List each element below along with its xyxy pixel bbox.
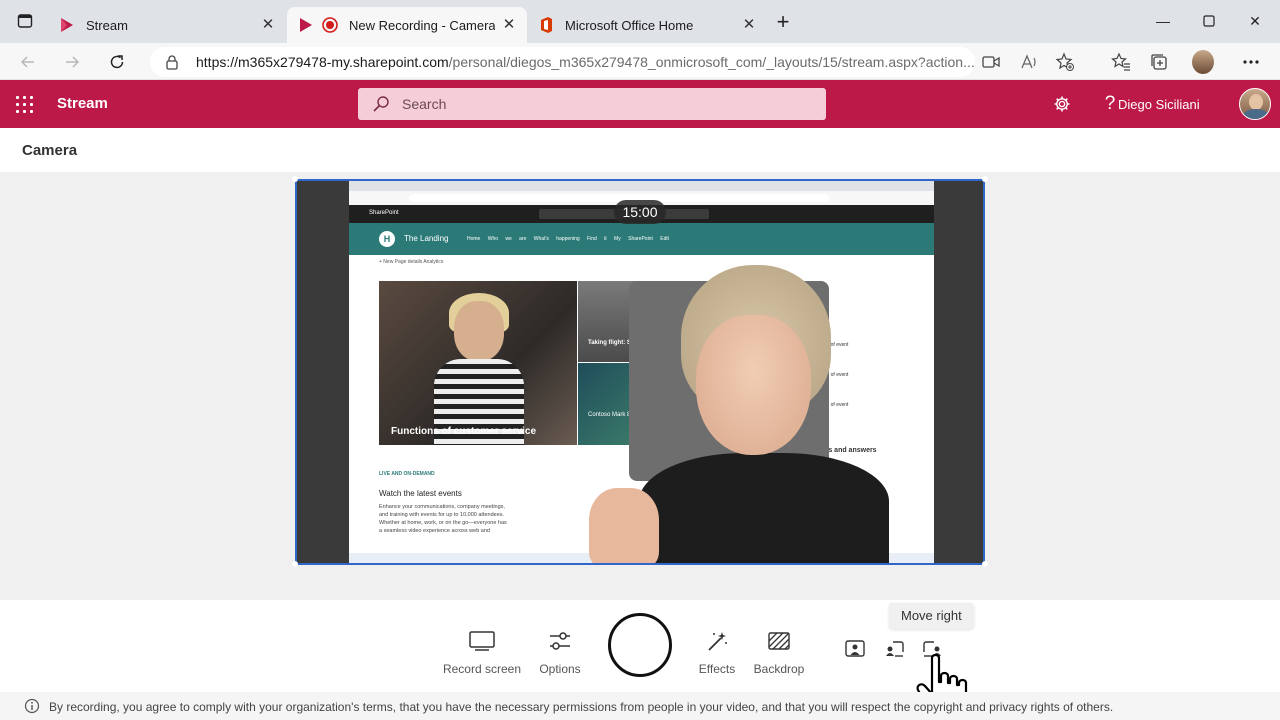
tab-office-home[interactable]: Microsoft Office Home ✕ <box>527 7 767 43</box>
page-title: Camera <box>22 142 78 159</box>
search-input[interactable] <box>402 96 802 112</box>
office-icon <box>541 17 552 33</box>
url-text: https://m365x279478-my.sharepoint.com/pe… <box>196 54 975 70</box>
watch-heading: Watch the latest events <box>379 489 462 498</box>
sidebar-icon <box>17 14 33 28</box>
shared-screen: SharePoint H The Landing Home Who we are… <box>349 181 934 563</box>
shared-site-header: H The Landing Home Who we are What's hap… <box>349 223 934 255</box>
recording-timer: 15:00 <box>614 200 666 224</box>
live-label: LIVE AND ON-DEMAND <box>379 471 435 477</box>
favorite-add-icon[interactable] <box>1054 51 1076 73</box>
legal-text: By recording, you agree to comply with y… <box>49 700 1114 714</box>
avatar[interactable] <box>1239 88 1271 120</box>
watch-text: Enhance your communications, company mee… <box>379 504 507 534</box>
monitor-icon <box>468 628 496 654</box>
waffle-icon[interactable] <box>16 96 33 113</box>
tab-stream[interactable]: Stream ✕ <box>48 7 286 43</box>
url-bar[interactable]: https://m365x279478-my.sharepoint.com/pe… <box>150 47 975 77</box>
tab-actions-button[interactable] <box>12 8 38 34</box>
back-icon[interactable] <box>16 50 40 74</box>
gear-icon[interactable] <box>1050 92 1074 116</box>
news-tile-main: Functions of customer service <box>379 281 577 445</box>
page-title-bar: Camera <box>0 128 1280 172</box>
shared-tab-strip <box>349 181 934 191</box>
tab-label: Stream <box>86 17 128 33</box>
backdrop-label: Backdrop <box>753 662 805 676</box>
shared-site-label: SharePoint <box>369 210 399 216</box>
resize-handle[interactable] <box>982 176 988 182</box>
camera-preview[interactable]: SharePoint H The Landing Home Who we are… <box>295 179 985 565</box>
tab-label: New Recording - Camera <box>349 17 496 33</box>
person-center-icon <box>845 640 865 657</box>
refresh-icon[interactable] <box>105 50 129 74</box>
tab-label: Microsoft Office Home <box>565 17 694 33</box>
record-screen-button[interactable]: Record screen <box>442 628 522 676</box>
resize-handle[interactable] <box>982 561 988 567</box>
address-bar-row: https://m365x279478-my.sharepoint.com/pe… <box>0 43 1280 80</box>
info-icon <box>24 698 40 714</box>
plus-icon[interactable]: + <box>772 11 794 34</box>
search-icon <box>373 96 389 112</box>
stream-icon <box>61 18 73 32</box>
minimize-icon[interactable]: — <box>1152 10 1174 32</box>
shared-nav-links: Home Who we are What's happening Find it… <box>467 236 669 242</box>
magic-wand-icon <box>703 628 731 654</box>
close-icon[interactable]: ✕ <box>741 17 757 33</box>
stream-header: Stream ? Diego Siciliani <box>0 80 1280 128</box>
browser-tab-strip: Stream ✕ New Recording - Camera ✕ Micros… <box>0 0 1280 43</box>
shared-command-bar: + New Page details Analytics <box>379 259 444 265</box>
close-window-icon[interactable]: ✕ <box>1244 10 1266 32</box>
close-icon[interactable]: ✕ <box>501 17 517 33</box>
app-name[interactable]: Stream <box>57 95 108 112</box>
layout-left-button[interactable] <box>882 638 906 660</box>
backdrop-button[interactable]: Backdrop <box>739 628 819 676</box>
search-box[interactable] <box>358 88 826 120</box>
person-left-icon <box>886 641 904 657</box>
resize-handle[interactable] <box>292 176 298 182</box>
lock-icon[interactable] <box>164 54 180 70</box>
more-icon[interactable] <box>1240 51 1262 73</box>
close-icon[interactable]: ✕ <box>260 17 276 33</box>
forward-icon[interactable] <box>60 50 84 74</box>
legal-notice: By recording, you agree to comply with y… <box>0 692 1280 720</box>
options-label: Options <box>539 662 581 676</box>
tab-new-recording[interactable]: New Recording - Camera ✕ <box>287 7 527 43</box>
layout-center-button[interactable] <box>843 638 867 660</box>
resize-handle[interactable] <box>292 561 298 567</box>
record-button[interactable] <box>608 613 672 677</box>
maximize-icon[interactable] <box>1198 10 1220 32</box>
news-caption: Functions of customer service <box>391 426 537 437</box>
tooltip: Move right <box>889 603 974 629</box>
profile-avatar[interactable] <box>1192 50 1214 74</box>
shared-site-name: The Landing <box>404 234 449 243</box>
site-logo: H <box>379 231 395 247</box>
presenter-video <box>589 263 889 563</box>
record-screen-label: Record screen <box>442 662 522 676</box>
effects-label: Effects <box>698 662 736 676</box>
read-aloud-icon[interactable] <box>1018 51 1040 73</box>
backdrop-icon <box>765 628 793 654</box>
collections-icon[interactable] <box>1148 51 1170 73</box>
favorites-icon[interactable] <box>1110 51 1132 73</box>
stream-icon <box>300 18 312 32</box>
user-name[interactable]: Diego Siciliani <box>1118 97 1200 112</box>
sliders-icon <box>546 628 574 654</box>
camera-icon[interactable] <box>980 51 1002 73</box>
record-icon <box>322 17 338 33</box>
options-button[interactable]: Options <box>520 628 600 676</box>
